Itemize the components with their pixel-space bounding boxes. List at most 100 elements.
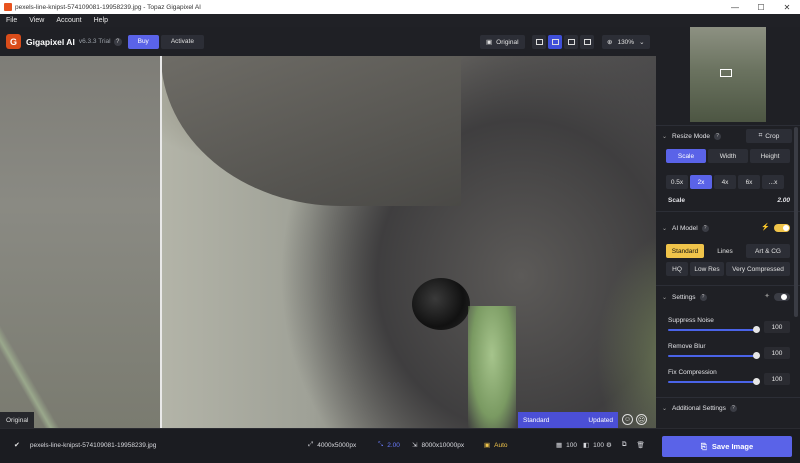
status-state: Updated bbox=[588, 416, 613, 424]
divider bbox=[656, 125, 800, 126]
compression-icon: ◧ bbox=[583, 442, 590, 449]
crop-label: Crop bbox=[765, 132, 780, 140]
menu-help[interactable]: Help bbox=[88, 17, 114, 24]
suppress-noise-value[interactable]: 100 bbox=[764, 321, 790, 333]
model-low-res-button[interactable]: Low Res bbox=[690, 262, 724, 276]
scale-2x-button[interactable]: 2x bbox=[690, 175, 712, 189]
menu-file[interactable]: File bbox=[0, 17, 23, 24]
zoom-icon: ⊕ bbox=[607, 39, 613, 46]
grid-view-button[interactable] bbox=[580, 35, 594, 49]
auto-label[interactable]: Auto bbox=[494, 442, 507, 449]
chevron-down-icon[interactable]: ⌄ bbox=[662, 294, 667, 301]
model-lines-button[interactable]: Lines bbox=[706, 244, 744, 258]
help-icon[interactable]: ? bbox=[699, 293, 707, 301]
sparkle-icon: ✦ bbox=[764, 293, 770, 300]
chevron-down-icon[interactable]: ⌄ bbox=[662, 405, 667, 412]
slider-knob[interactable] bbox=[753, 378, 760, 385]
zoom-value: 130% bbox=[617, 38, 635, 46]
settings-section: ⌄ Settings ? ✦ Suppress Noise 100 Remove… bbox=[656, 291, 800, 395]
app-name: Gigapixel AI bbox=[26, 36, 75, 47]
single-view-icon bbox=[535, 39, 543, 45]
minimize-button[interactable]: — bbox=[722, 0, 748, 14]
tab-scale[interactable]: Scale bbox=[666, 149, 706, 163]
help-icon[interactable]: ? bbox=[701, 224, 709, 232]
toolbar: G Gigapixel AI v6.3.3 Trial ? Buy Activa… bbox=[0, 27, 656, 56]
file-name: pexels-line-knipst-574109081-19958239.jp… bbox=[29, 441, 157, 449]
model-hq-button[interactable]: HQ bbox=[666, 262, 688, 276]
quality-icon: ▦ bbox=[556, 442, 563, 449]
close-button[interactable]: ✕ bbox=[774, 0, 800, 14]
divider bbox=[656, 285, 800, 286]
save-icon: ⎘ bbox=[700, 441, 707, 451]
help-icon[interactable]: ? bbox=[113, 37, 122, 46]
compression-value: 100 bbox=[593, 441, 605, 449]
divider bbox=[656, 397, 800, 398]
scale-0-5x-button[interactable]: 0.5x bbox=[666, 175, 688, 189]
lightning-icon: ⚡ bbox=[761, 224, 770, 231]
navigator-viewport-box[interactable] bbox=[720, 69, 732, 77]
panel-scrollbar[interactable] bbox=[794, 127, 798, 317]
settings-icon[interactable]: ⚙ bbox=[606, 441, 612, 449]
activate-button[interactable]: Activate bbox=[160, 34, 204, 49]
tab-width[interactable]: Width bbox=[708, 149, 748, 163]
model-art-cg-button[interactable]: Art & CG bbox=[746, 244, 790, 258]
bottom-bar: ✔ pexels-line-knipst-574109081-19958239.… bbox=[0, 428, 800, 463]
original-button[interactable]: ▣ Original bbox=[480, 35, 525, 49]
chevron-down-icon[interactable]: ⌄ bbox=[662, 133, 667, 140]
help-icon[interactable]: ? bbox=[729, 404, 737, 412]
fix-compression-value[interactable]: 100 bbox=[764, 373, 790, 385]
chevron-down-icon[interactable]: ⌄ bbox=[662, 225, 667, 232]
remove-blur-slider[interactable] bbox=[668, 350, 760, 362]
view-mode-group bbox=[532, 35, 594, 49]
single-view-button[interactable] bbox=[532, 35, 546, 49]
slider-knob[interactable] bbox=[753, 352, 760, 359]
copy-icon[interactable]: ⧉ bbox=[622, 441, 627, 449]
ai-model-section: ⌄ AI Model ? ⚡ Standard Lines Art & CG H… bbox=[656, 222, 800, 276]
fix-compression-slider[interactable] bbox=[668, 376, 760, 388]
checkmark-icon[interactable]: ✔ bbox=[14, 441, 20, 449]
suppress-noise-slider[interactable] bbox=[668, 324, 760, 336]
chevron-down-icon: ⌄ bbox=[639, 39, 645, 46]
scale-custom-button[interactable]: ...x bbox=[762, 175, 784, 189]
input-size: 4000x5000px bbox=[317, 441, 357, 449]
buy-button[interactable]: Buy bbox=[127, 34, 159, 49]
additional-settings-section: ⌄ Additional Settings ? bbox=[656, 402, 800, 414]
original-pane-label: Original bbox=[0, 412, 35, 428]
menu-bar: File View Account Help bbox=[0, 14, 800, 27]
app-icon bbox=[4, 3, 12, 11]
split-view-icon bbox=[551, 39, 559, 45]
model-standard-button[interactable]: Standard bbox=[666, 244, 704, 258]
deer-eye-image-region bbox=[412, 278, 470, 330]
help-icon[interactable]: ? bbox=[713, 132, 721, 140]
happy-face-icon[interactable]: ☺ bbox=[622, 414, 633, 425]
save-image-label: Save Image bbox=[711, 442, 754, 451]
ai-model-title: AI Model bbox=[672, 224, 698, 232]
save-image-button[interactable]: ⎘ Save Image bbox=[662, 436, 792, 457]
settings-toggle[interactable] bbox=[774, 293, 790, 301]
split-view-button[interactable] bbox=[548, 35, 562, 49]
remove-blur-value[interactable]: 100 bbox=[764, 347, 790, 359]
maximize-button[interactable]: ☐ bbox=[748, 0, 774, 14]
tab-height[interactable]: Height bbox=[750, 149, 790, 163]
side-by-side-button[interactable] bbox=[564, 35, 578, 49]
output-size-icon: ⇲ bbox=[412, 442, 418, 449]
image-viewer[interactable]: Original Standard Updated ☺ ☹ bbox=[0, 56, 656, 428]
output-size: 8000x10000px bbox=[421, 441, 465, 449]
slider-knob[interactable] bbox=[753, 326, 760, 333]
navigator-thumbnail[interactable] bbox=[690, 27, 766, 122]
sad-face-icon[interactable]: ☹ bbox=[636, 414, 647, 425]
additional-settings-title[interactable]: Additional Settings bbox=[672, 405, 726, 412]
ai-model-toggle[interactable] bbox=[774, 224, 790, 232]
crop-button[interactable]: ⌗ Crop bbox=[746, 129, 792, 143]
trash-icon[interactable]: 🗑 bbox=[636, 441, 644, 449]
original-label: Original bbox=[496, 38, 519, 46]
split-divider-handle[interactable] bbox=[160, 56, 162, 428]
remove-blur-row: Remove Blur 100 bbox=[656, 343, 800, 369]
scale-6x-button[interactable]: 6x bbox=[738, 175, 760, 189]
zoom-dropdown[interactable]: ⊕ 130% ⌄ bbox=[602, 35, 650, 49]
scale-4x-button[interactable]: 4x bbox=[714, 175, 736, 189]
divider bbox=[656, 211, 800, 212]
menu-account[interactable]: Account bbox=[50, 17, 87, 24]
menu-view[interactable]: View bbox=[23, 17, 50, 24]
model-very-compressed-button[interactable]: Very Compressed bbox=[726, 262, 790, 276]
